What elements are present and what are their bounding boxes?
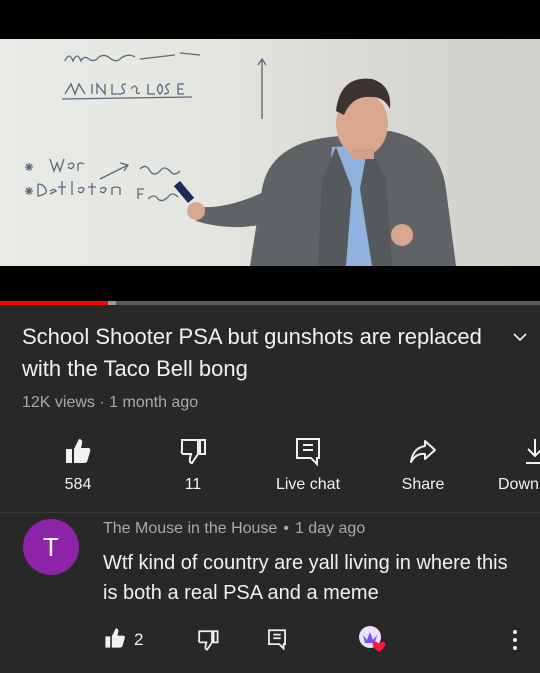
comment-header: The Mouse in the House • 1 day ago — [103, 520, 365, 538]
comment-text: Wtf kind of country are yall living in w… — [103, 552, 508, 604]
divider — [0, 512, 540, 513]
live-chat-label: Live chat — [275, 476, 341, 493]
like-button[interactable]: 584 — [28, 436, 128, 494]
upload-age: 1 month ago — [109, 394, 199, 411]
progress-buffered — [108, 301, 117, 305]
video-meta: 12K views · 1 month ago — [22, 394, 198, 412]
chat-icon — [296, 438, 320, 466]
top-black-bar — [0, 0, 540, 39]
video-player[interactable] — [0, 39, 540, 266]
comment-like-icon[interactable] — [103, 626, 127, 650]
header-separator: • — [283, 520, 289, 537]
progress-played — [0, 301, 108, 305]
dislike-count: 11 — [184, 476, 202, 493]
avatar[interactable]: T — [23, 519, 79, 575]
thumbs-up-icon — [66, 439, 91, 463]
comment-like-count: 2 — [134, 630, 144, 649]
chevron-down-icon[interactable] — [510, 327, 530, 347]
share-button[interactable]: Share — [373, 436, 473, 494]
video-frame — [25, 52, 456, 266]
more-options-icon[interactable] — [505, 628, 525, 652]
download-button[interactable]: Down — [486, 436, 540, 494]
comment-dislike-icon[interactable] — [196, 628, 220, 652]
thumbs-down-icon — [180, 439, 206, 465]
video-progress-bar[interactable] — [0, 301, 540, 305]
comment-time: 1 day ago — [294, 520, 366, 537]
share-label: Share — [401, 476, 445, 493]
comment-author[interactable]: The Mouse in the House — [103, 520, 277, 537]
download-icon — [526, 439, 540, 464]
video-title[interactable]: School Shooter PSA but gunshots are repl… — [22, 321, 492, 385]
dislike-button[interactable]: 11 — [143, 436, 243, 494]
live-chat-button[interactable]: Live chat — [258, 436, 358, 494]
share-icon — [410, 440, 436, 463]
meta-separator: · — [99, 394, 110, 411]
like-count: 584 — [64, 476, 92, 493]
video-letterbox — [0, 266, 540, 303]
download-label: Down — [498, 476, 539, 493]
creator-heart-icon — [359, 626, 386, 652]
view-count: 12K views — [22, 394, 95, 411]
reply-icon[interactable] — [266, 628, 288, 650]
